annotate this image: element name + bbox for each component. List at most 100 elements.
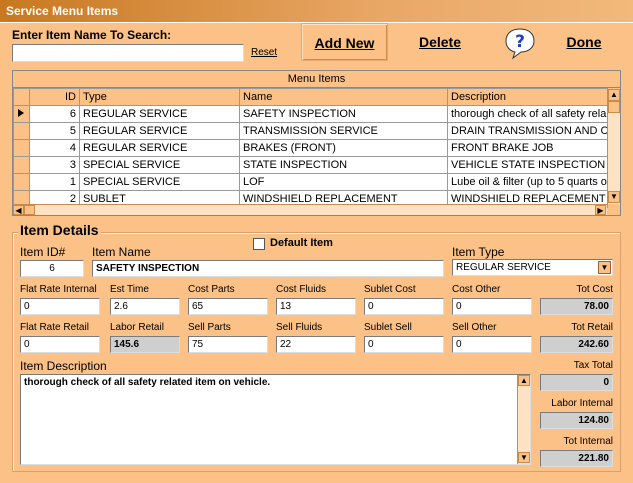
scroll-thumb[interactable] (608, 101, 620, 113)
cell-description[interactable]: Lube oil & filter (up to 5 quarts of (447, 173, 608, 191)
sell-fluids-label: Sell Fluids (276, 322, 323, 333)
row-selector-header (13, 88, 30, 106)
item-type-select[interactable]: REGULAR SERVICE ▼ (452, 259, 613, 276)
cell-id[interactable]: 6 (29, 105, 80, 123)
cell-id[interactable]: 3 (29, 156, 80, 174)
row-selector[interactable] (13, 156, 30, 174)
labor-retail-label: Labor Retail (110, 322, 164, 333)
tax-total-field: 0 (540, 374, 613, 391)
cost-other-label: Cost Other (452, 284, 501, 295)
item-id-label: Item ID# (20, 245, 66, 259)
row-selector[interactable] (13, 139, 30, 157)
sublet-sell-label: Sublet Sell (364, 322, 412, 333)
description-scrollbar[interactable]: ▲ ▼ (517, 375, 530, 464)
help-icon[interactable]: ? (503, 26, 537, 60)
cost-fluids-field[interactable]: 13 (276, 298, 356, 315)
cell-description[interactable]: thorough check of all safety rela (447, 105, 608, 123)
sell-other-label: Sell Other (452, 322, 497, 333)
flat-rate-internal-label: Flat Rate Internal (20, 284, 97, 295)
cost-parts-field[interactable]: 65 (188, 298, 268, 315)
cell-type[interactable]: REGULAR SERVICE (79, 122, 240, 140)
add-new-button[interactable]: Add New (301, 23, 388, 61)
cell-type[interactable]: REGULAR SERVICE (79, 105, 240, 123)
grid-horizontal-scrollbar[interactable]: ◀ ▶ (13, 204, 607, 215)
default-item-label: Default Item (270, 237, 333, 249)
sublet-cost-label: Sublet Cost (364, 284, 416, 295)
column-header-id[interactable]: ID (29, 88, 80, 106)
menu-items-grid: Menu Items ID Type Name Description 6 RE… (12, 70, 621, 216)
cell-type[interactable]: REGULAR SERVICE (79, 139, 240, 157)
cell-name[interactable]: BRAKES (FRONT) (239, 139, 448, 157)
sell-other-field[interactable]: 0 (452, 336, 532, 353)
svg-text:?: ? (515, 32, 525, 52)
table-row[interactable]: 6 REGULAR SERVICE SAFETY INSPECTION thor… (13, 105, 608, 123)
row-selector-current[interactable] (13, 105, 30, 123)
sublet-cost-field[interactable]: 0 (364, 298, 444, 315)
cell-name[interactable]: LOF (239, 173, 448, 191)
row-selector[interactable] (13, 173, 30, 191)
cell-name[interactable]: SAFETY INSPECTION (239, 105, 448, 123)
cell-id[interactable]: 1 (29, 173, 80, 191)
tot-internal-field: 221.80 (540, 450, 613, 467)
sell-fluids-field[interactable]: 22 (276, 336, 356, 353)
item-description-text: thorough check of all safety related ite… (24, 377, 271, 388)
delete-button[interactable]: Delete (406, 23, 474, 61)
scroll-up-arrow-icon[interactable]: ▲ (518, 375, 530, 386)
cell-name[interactable]: TRANSMISSION SERVICE (239, 122, 448, 140)
flat-rate-retail-field[interactable]: 0 (20, 336, 100, 353)
scroll-right-arrow-icon[interactable]: ▶ (595, 205, 606, 215)
column-header-type[interactable]: Type (79, 88, 240, 106)
scroll-left-arrow-icon[interactable]: ◀ (13, 205, 24, 215)
dropdown-arrow-icon[interactable]: ▼ (598, 261, 611, 274)
grid-vertical-scrollbar[interactable]: ▲ ▼ (607, 89, 620, 204)
window-title: Service Menu Items (0, 0, 633, 22)
tot-retail-label: Tot Retail (571, 322, 613, 333)
flat-rate-retail-label: Flat Rate Retail (20, 322, 89, 333)
item-name-field[interactable]: SAFETY INSPECTION (92, 260, 444, 277)
cell-description[interactable]: DRAIN TRANSMISSION AND CHE (447, 122, 608, 140)
table-row[interactable]: 1 SPECIAL SERVICE LOF Lube oil & filter … (13, 173, 608, 191)
item-id-field[interactable]: 6 (20, 260, 84, 277)
menu-items-table: ID Type Name Description 6 REGULAR SERVI… (13, 88, 608, 208)
search-label: Enter Item Name To Search: (12, 28, 172, 42)
tot-cost-label: Tot Cost (576, 284, 613, 295)
sell-parts-label: Sell Parts (188, 322, 231, 333)
item-name-label: Item Name (92, 245, 151, 259)
cell-description[interactable]: VEHICLE STATE INSPECTION (447, 156, 608, 174)
table-header-row: ID Type Name Description (13, 88, 608, 106)
scroll-up-arrow-icon[interactable]: ▲ (608, 89, 620, 101)
done-button[interactable]: Done (555, 23, 613, 61)
cost-fluids-label: Cost Fluids (276, 284, 327, 295)
grid-caption: Menu Items (13, 71, 620, 88)
cell-id[interactable]: 5 (29, 122, 80, 140)
table-row[interactable]: 5 REGULAR SERVICE TRANSMISSION SERVICE D… (13, 122, 608, 140)
cell-id[interactable]: 4 (29, 139, 80, 157)
tot-cost-field: 78.00 (540, 298, 613, 315)
reset-link[interactable]: Reset (251, 47, 277, 58)
cell-name[interactable]: STATE INSPECTION (239, 156, 448, 174)
scroll-down-arrow-icon[interactable]: ▼ (518, 452, 530, 463)
flat-rate-internal-field[interactable]: 0 (20, 298, 100, 315)
cost-parts-label: Cost Parts (188, 284, 235, 295)
scroll-down-arrow-icon[interactable]: ▼ (608, 191, 620, 203)
cell-description[interactable]: FRONT BRAKE JOB (447, 139, 608, 157)
cell-type[interactable]: SPECIAL SERVICE (79, 173, 240, 191)
row-selector[interactable] (13, 122, 30, 140)
item-type-label: Item Type (452, 245, 505, 259)
column-header-description[interactable]: Description (447, 88, 608, 106)
table-row[interactable]: 3 SPECIAL SERVICE STATE INSPECTION VEHIC… (13, 156, 608, 174)
default-item-checkbox[interactable] (253, 238, 265, 250)
sell-parts-field[interactable]: 75 (188, 336, 268, 353)
item-description-label: Item Description (20, 359, 107, 373)
search-input[interactable] (12, 44, 244, 62)
hscroll-thumb[interactable] (24, 205, 35, 215)
sublet-sell-field[interactable]: 0 (364, 336, 444, 353)
column-header-name[interactable]: Name (239, 88, 448, 106)
table-row[interactable]: 4 REGULAR SERVICE BRAKES (FRONT) FRONT B… (13, 139, 608, 157)
labor-internal-field: 124.80 (540, 412, 613, 429)
item-description-field[interactable]: thorough check of all safety related ite… (20, 374, 531, 465)
cost-other-field[interactable]: 0 (452, 298, 532, 315)
tot-internal-label: Tot Internal (563, 436, 613, 447)
est-time-field[interactable]: 2.6 (110, 298, 180, 315)
cell-type[interactable]: SPECIAL SERVICE (79, 156, 240, 174)
